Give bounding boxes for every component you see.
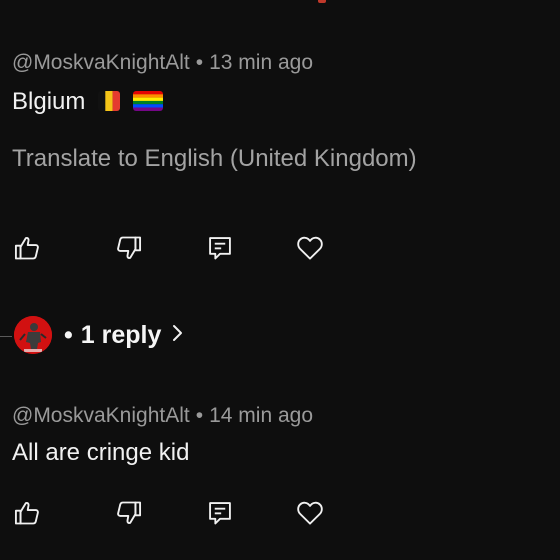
dislike-button[interactable] [112,496,146,530]
replies-row[interactable]: • 1 reply [0,314,560,358]
heart-icon [297,236,323,260]
rainbow-flag-emoji [132,91,163,111]
meta-separator: • [195,51,204,74]
dislike-icon [117,501,142,524]
heart-icon [297,501,323,525]
dislike-button[interactable] [112,231,146,265]
view-replies-link[interactable]: • 1 reply [64,321,183,350]
heart-button[interactable] [293,231,327,265]
reply-separator: • [64,321,73,349]
reply-button[interactable] [203,496,237,530]
comment-time: 13 min ago [209,51,313,74]
dislike-icon [117,236,142,259]
comment-text: All are cringe kid [12,439,190,466]
comment-author[interactable]: @MoskvaKnightAlt [12,51,190,74]
like-icon [14,237,39,260]
like-icon [14,502,39,525]
comment-actions [0,496,560,536]
comment-meta: @MoskvaKnightAlt • 13 min ago [12,51,313,75]
comment-actions [0,231,560,271]
comment-text: Blgium [12,88,86,115]
comment-meta: @MoskvaKnightAlt • 14 min ago [12,404,313,428]
comment-time: 14 min ago [209,404,313,427]
like-button[interactable] [10,231,44,265]
belgium-flag-emoji [98,91,121,111]
reply-icon [209,237,231,260]
comment-author[interactable]: @MoskvaKnightAlt [12,404,190,427]
heart-button[interactable] [293,496,327,530]
meta-separator: • [195,404,204,427]
chevron-right-icon [171,321,183,350]
reply-button[interactable] [203,231,237,265]
reply-icon [209,502,231,525]
reply-count-label: 1 reply [80,321,162,349]
thread-line [0,336,12,337]
comment-text-row: Blgium [12,88,163,116]
translate-link[interactable]: Translate to English (United Kingdom) [12,145,417,173]
like-button[interactable] [10,496,44,530]
avatar [14,316,52,354]
content-edge-sliver [318,0,326,3]
